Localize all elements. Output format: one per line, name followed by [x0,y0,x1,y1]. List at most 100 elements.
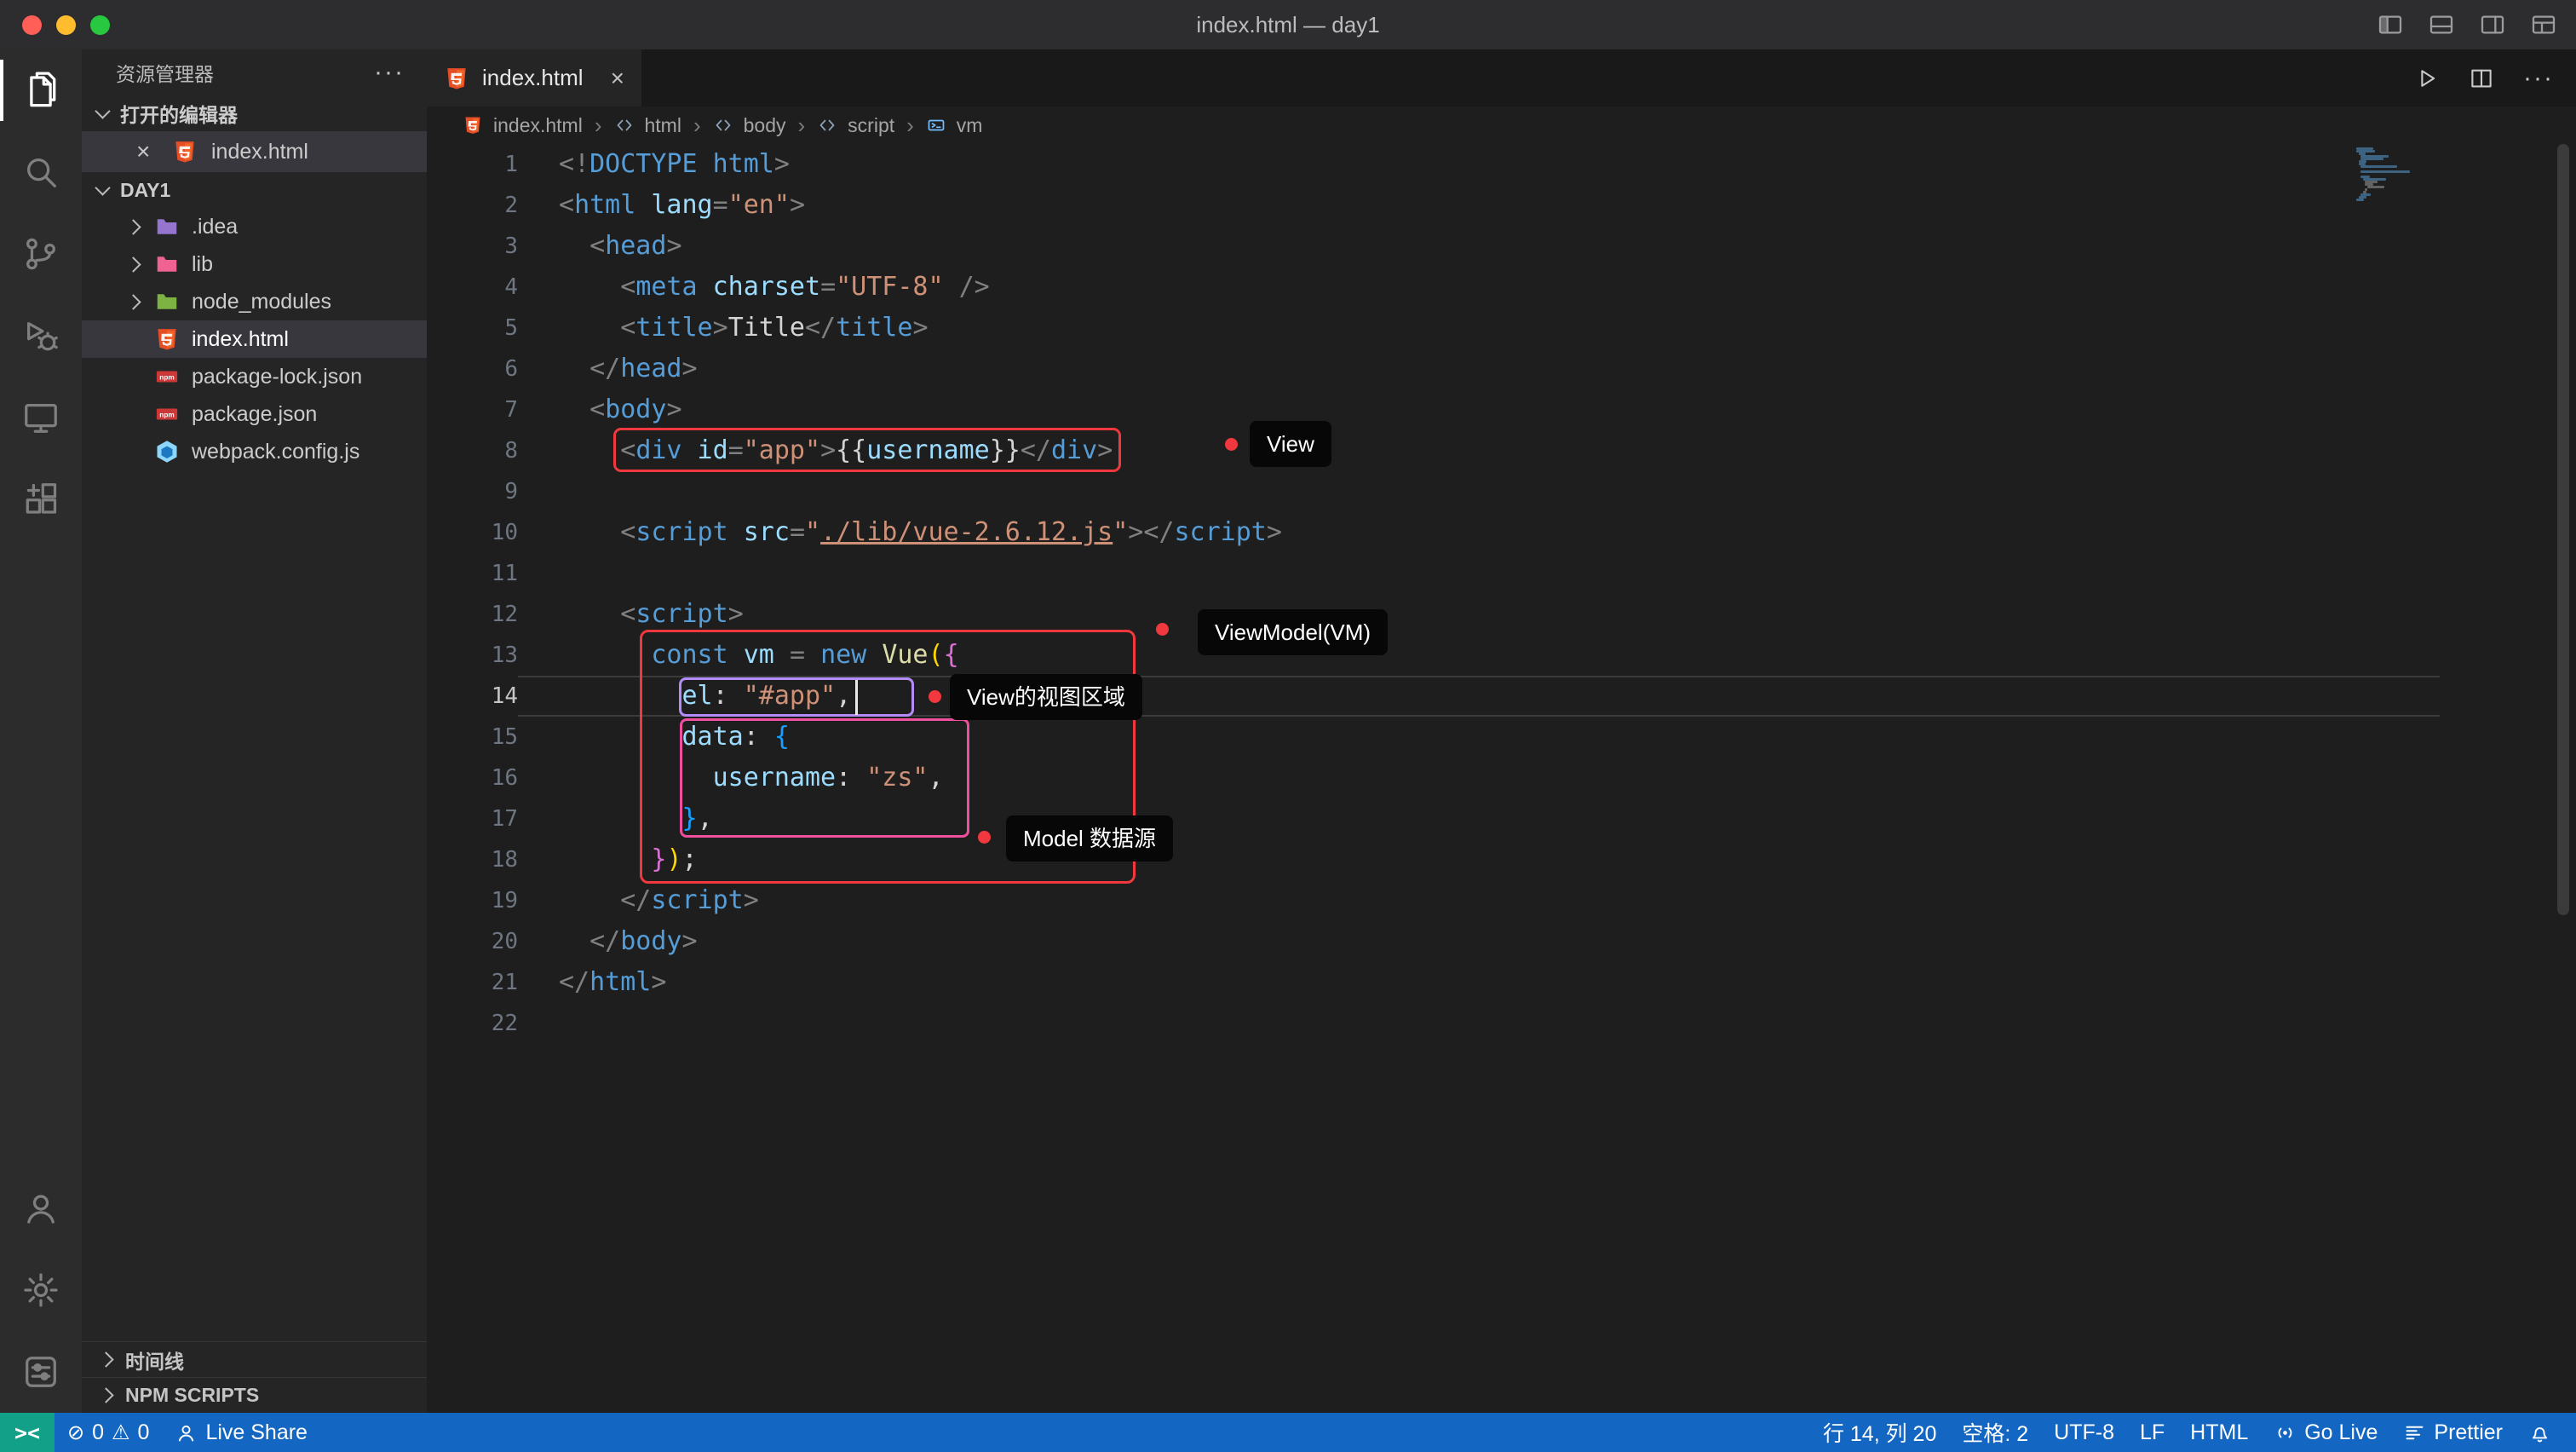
code-line-3[interactable]: 3 <head> [427,226,2576,267]
run-file-icon[interactable] [2414,66,2440,91]
line-number[interactable]: 16 [427,765,518,791]
code-line-2[interactable]: 2<html lang="en"> [427,185,2576,226]
npm-scripts-panel-header[interactable]: NPM SCRIPTS [82,1377,427,1413]
line-number[interactable]: 12 [427,602,518,627]
close-window-button[interactable] [22,15,42,35]
remote-explorer-tab[interactable] [0,377,82,458]
code-line-13[interactable]: 13 const vm = new Vue({ [427,635,2576,676]
code-line-1[interactable]: 1<!DOCTYPE html> [427,144,2576,185]
line-number[interactable]: 18 [427,847,518,873]
tab-label: index.html [482,65,584,91]
code-line-20[interactable]: 20 </body> [427,921,2576,962]
line-number[interactable]: 4 [427,274,518,300]
code-line-7[interactable]: 7 <body> [427,389,2576,430]
breadcrumb-item[interactable]: vm [957,114,983,137]
line-number[interactable]: 10 [427,520,518,545]
activity-bar [0,49,82,1413]
minimize-window-button[interactable] [56,15,76,35]
tree-item-index.html[interactable]: index.html [82,320,427,358]
line-number[interactable]: 22 [427,1011,518,1036]
customize-layout-icon[interactable] [2530,11,2557,38]
tree-item-webpack.config.js[interactable]: webpack.config.js [82,433,427,470]
breadcrumb-item[interactable]: script [848,114,894,137]
tab-index-html[interactable]: index.html × [427,49,641,107]
code-line-9[interactable]: 9 [427,471,2576,512]
line-number[interactable]: 2 [427,193,518,218]
code-line-5[interactable]: 5 <title>Title</title> [427,308,2576,349]
problems-indicator[interactable]: ⊘ 0 ⚠ 0 [55,1413,162,1452]
code-line-14[interactable]: 14 el: "#app", [427,676,2576,717]
close-editor-icon[interactable]: × [136,138,158,165]
tree-item-package.json[interactable]: npmpackage.json [82,395,427,433]
tree-item-lib[interactable]: lib [82,245,427,283]
settings-button[interactable] [0,1249,82,1331]
line-number[interactable]: 1 [427,152,518,177]
status-html[interactable]: HTML [2177,1413,2261,1452]
search-tab[interactable] [0,131,82,213]
folder-header-day1[interactable]: DAY1 [82,172,427,208]
line-number[interactable]: 13 [427,642,518,668]
tree-item-package-lock.json[interactable]: npmpackage-lock.json [82,358,427,395]
code-line-22[interactable]: 22 [427,1003,2576,1044]
sidebar-more-icon[interactable]: ··· [374,58,405,87]
zoom-window-button[interactable] [90,15,110,35]
status-空格-2[interactable]: 空格: 2 [1949,1413,2041,1452]
code-line-8[interactable]: 8 <div id="app">{{username}}</div> [427,430,2576,471]
line-number[interactable]: 3 [427,233,518,259]
code-editor[interactable]: 1<!DOCTYPE html>2<html lang="en">3 <head… [427,144,2576,1413]
toggle-panel-icon[interactable] [2428,11,2455,38]
code-line-19[interactable]: 19 </script> [427,880,2576,921]
timeline-panel-header[interactable]: 时间线 [82,1341,427,1377]
line-number[interactable]: 14 [427,683,518,709]
live-share-button[interactable]: Live Share [162,1413,320,1452]
line-number[interactable]: 15 [427,724,518,750]
explorer-tab[interactable] [0,49,82,131]
open-editors-header[interactable]: 打开的编辑器 [82,95,427,131]
tab-close-icon[interactable]: × [611,65,624,92]
status-prettier[interactable]: Prettier [2390,1413,2516,1452]
split-editor-icon[interactable] [2469,66,2494,91]
line-number[interactable]: 5 [427,315,518,341]
extensions-tab[interactable] [0,458,82,540]
code-line-21[interactable]: 21</html> [427,962,2576,1003]
open-editor-item[interactable]: × index.html [82,131,427,172]
line-number[interactable]: 19 [427,888,518,913]
accounts-button[interactable] [0,1167,82,1249]
tree-item-.idea[interactable]: .idea [82,208,427,245]
minimap[interactable] [2356,147,2457,204]
code-line-11[interactable]: 11 [427,553,2576,594]
tree-item-node_modules[interactable]: node_modules [82,283,427,320]
code-line-17[interactable]: 17 }, [427,798,2576,839]
tune-button[interactable] [0,1331,82,1413]
code-line-4[interactable]: 4 <meta charset="UTF-8" /> [427,267,2576,308]
code-line-6[interactable]: 6 </head> [427,349,2576,389]
line-number[interactable]: 11 [427,561,518,586]
line-number[interactable]: 6 [427,356,518,382]
breadcrumb-item[interactable]: index.html [493,114,583,137]
breadcrumb-item[interactable]: body [744,114,786,137]
status-lf[interactable]: LF [2127,1413,2177,1452]
code-line-16[interactable]: 16 username: "zs", [427,758,2576,798]
toggle-secondary-sidebar-icon[interactable] [2479,11,2506,38]
line-number[interactable]: 20 [427,929,518,954]
code-line-10[interactable]: 10 <script src="./lib/vue-2.6.12.js"></s… [427,512,2576,553]
line-number[interactable]: 9 [427,479,518,504]
vertical-scrollbar[interactable] [2557,144,2569,915]
code-line-12[interactable]: 12 <script> [427,594,2576,635]
line-number[interactable]: 21 [427,970,518,995]
line-number[interactable]: 7 [427,397,518,423]
toggle-sidebar-icon[interactable] [2377,11,2404,38]
status-go-live[interactable]: Go Live [2261,1413,2390,1452]
code-line-18[interactable]: 18 }); [427,839,2576,880]
code-line-15[interactable]: 15 data: { [427,717,2576,758]
status-行-14-列-20[interactable]: 行 14, 列 20 [1810,1413,1949,1452]
line-number[interactable]: 8 [427,438,518,464]
run-debug-tab[interactable] [0,295,82,377]
source-control-tab[interactable] [0,213,82,295]
status-bell[interactable] [2516,1413,2564,1452]
remote-indicator[interactable]: >< [0,1413,55,1452]
line-number[interactable]: 17 [427,806,518,832]
more-actions-icon[interactable]: ··· [2523,64,2554,93]
breadcrumb-item[interactable]: html [645,114,681,137]
status-utf-8[interactable]: UTF-8 [2041,1413,2127,1452]
